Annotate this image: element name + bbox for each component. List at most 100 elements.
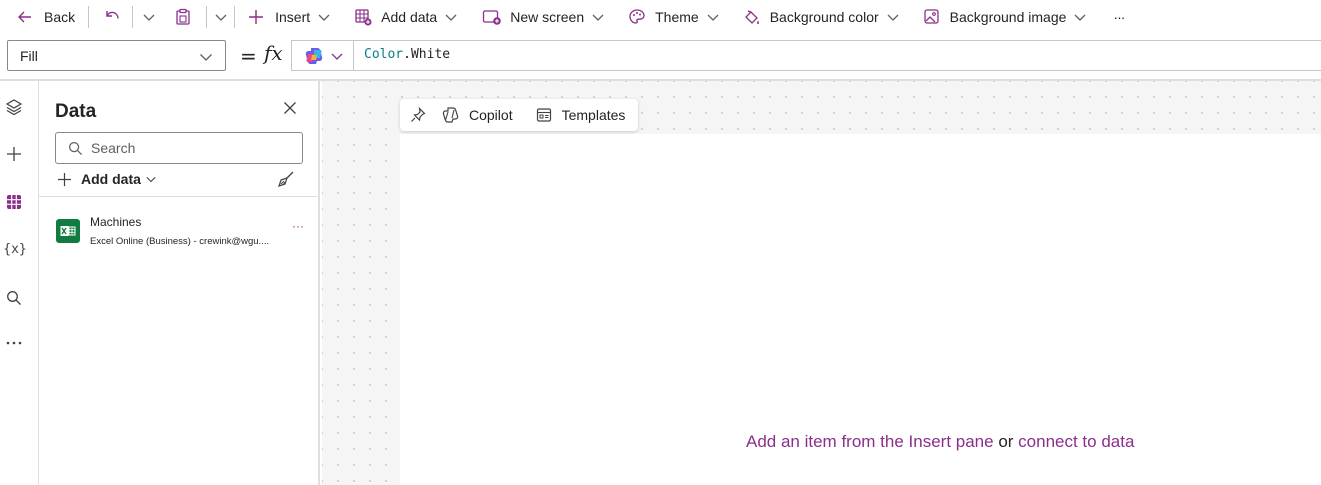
paste-menu-button[interactable] (215, 0, 227, 34)
templates-label: Templates (561, 107, 626, 123)
plus-icon (7, 147, 21, 161)
pin-button[interactable] (410, 107, 426, 123)
search-field[interactable] (55, 132, 303, 164)
clear-button[interactable] (277, 170, 295, 191)
fx-icon[interactable]: fx (264, 41, 283, 65)
templates-button[interactable]: Templates (536, 107, 626, 123)
insert-pane-button[interactable] (4, 144, 24, 164)
chevron-down-icon (146, 176, 156, 183)
chevron-down-icon (331, 53, 343, 60)
data-source-item[interactable]: Machines Excel Online (Business) - crewi… (55, 214, 305, 254)
add-data-pane-button[interactable]: Add data (57, 171, 156, 187)
image-icon (924, 9, 939, 24)
broom-icon (278, 171, 294, 187)
paint-bucket-icon (744, 10, 759, 24)
clipboard-icon (176, 8, 190, 25)
templates-icon (536, 108, 551, 122)
equals-sign: = (240, 44, 257, 68)
formula-property: White (410, 47, 451, 62)
undo-icon (106, 11, 119, 19)
undo-menu-button[interactable] (143, 0, 155, 34)
separator (206, 6, 208, 28)
command-bar: Back Insert Add data New screen Theme Ba… (0, 0, 1321, 34)
data-source-more-button[interactable]: ··· (292, 219, 304, 233)
search-icon (68, 141, 83, 155)
copilot-button[interactable]: Copilot (442, 106, 513, 124)
chevron-down-icon (1074, 14, 1086, 21)
plus-icon (249, 10, 264, 24)
layers-icon (5, 99, 23, 116)
data-source-connection: Excel Online (Business) - crewink@wgu...… (90, 236, 270, 247)
plus-icon (57, 172, 72, 186)
search-rail-button[interactable] (4, 288, 24, 308)
chevron-down-icon (318, 14, 330, 21)
close-pane-button[interactable] (283, 101, 297, 118)
canvas[interactable]: Copilot Templates Add an item from the I… (322, 81, 1321, 485)
separator (132, 6, 134, 28)
data-grid-icon (7, 195, 21, 209)
insert-button[interactable]: Insert (248, 0, 330, 34)
screen-toolbar: Copilot Templates (400, 99, 638, 131)
data-pane: Data Add data Machines Excel Online (Bus… (39, 81, 320, 485)
chevron-down-icon (887, 14, 899, 21)
more-icon (6, 341, 22, 345)
connect-data-link[interactable]: connect to data (1018, 432, 1134, 451)
formula-expression[interactable]: Color.White (364, 47, 450, 62)
close-icon (284, 102, 296, 114)
add-data-button[interactable]: Add data (354, 0, 457, 34)
theme-label: Theme (655, 9, 699, 25)
data-pane-button[interactable] (4, 192, 24, 212)
more-commands-button[interactable]: ··· (1113, 0, 1125, 34)
more-rail-button[interactable] (4, 333, 24, 353)
palette-icon (629, 9, 645, 24)
variables-icon: {x} (3, 241, 27, 257)
theme-button[interactable]: Theme (628, 0, 719, 34)
arrow-left-icon (18, 11, 31, 23)
add-data-label: Add data (381, 9, 438, 25)
property-dropdown[interactable]: Fill (7, 40, 226, 71)
chevron-down-icon (200, 54, 212, 61)
formula-object: Color (364, 47, 404, 62)
formula-input[interactable]: Color.White (291, 40, 1321, 71)
separator (234, 6, 236, 28)
copilot-icon (305, 47, 323, 64)
chevron-down-icon (143, 14, 155, 21)
pin-icon (411, 107, 426, 122)
chevron-down-icon (592, 14, 604, 21)
pane-title: Data (55, 101, 97, 122)
separator (88, 6, 90, 28)
more-icon: ··· (1113, 9, 1125, 25)
variables-button[interactable]: {x} (3, 239, 27, 259)
search-input[interactable] (91, 140, 291, 156)
left-rail: {x} (0, 81, 39, 485)
new-screen-button[interactable]: New screen (482, 0, 604, 34)
add-data-pane-label: Add data (81, 171, 141, 187)
copilot-outline-icon (442, 107, 459, 123)
empty-screen-message: Add an item from the Insert pane or conn… (746, 432, 1134, 452)
new-screen-icon (483, 10, 502, 25)
paste-button[interactable] (174, 0, 192, 34)
background-color-button[interactable]: Background color (743, 0, 899, 34)
pane-divider (39, 196, 318, 197)
undo-button[interactable] (103, 0, 121, 34)
chevron-down-icon (445, 14, 457, 21)
background-image-label: Background image (949, 9, 1067, 25)
back-button[interactable]: Back (16, 0, 75, 34)
insert-label: Insert (275, 9, 311, 25)
table-add-icon (355, 9, 372, 26)
back-label: Back (44, 9, 76, 25)
background-image-button[interactable]: Background image (923, 0, 1087, 34)
background-color-label: Background color (769, 9, 879, 25)
empty-or-text: or (993, 432, 1019, 451)
new-screen-label: New screen (510, 9, 585, 25)
insert-pane-link[interactable]: Add an item from the Insert pane (746, 432, 994, 451)
tree-view-button[interactable] (4, 97, 24, 117)
formula-dot: . (403, 47, 411, 62)
property-value: Fill (20, 47, 38, 64)
data-source-name: Machines (90, 215, 142, 229)
copilot-label: Copilot (469, 107, 513, 123)
search-icon (7, 291, 21, 305)
chevron-down-icon (707, 14, 719, 21)
copilot-formula-button[interactable] (292, 41, 354, 70)
formula-bar: Fill = fx Color.White (0, 39, 1321, 72)
